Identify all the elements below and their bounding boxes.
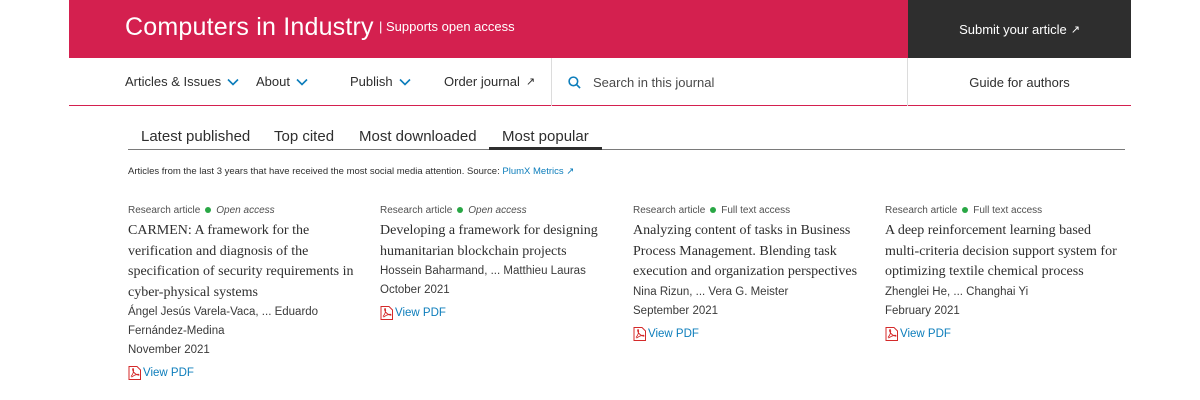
nav-item-label: Publish (350, 74, 393, 89)
access-dot-icon (457, 207, 464, 213)
access-status: Open access (468, 204, 527, 216)
guide-for-authors-link[interactable]: Guide for authors (908, 58, 1131, 106)
article-title-link[interactable]: A deep reinforcement learning based mult… (885, 221, 1120, 283)
view-pdf-link[interactable]: View PDF (128, 366, 363, 380)
article-type: Research article (885, 204, 958, 216)
article-title-link[interactable]: Developing a framework for designing hum… (380, 221, 615, 262)
tab-latest-published[interactable]: Latest published (141, 126, 250, 150)
article-authors: Ángel Jesús Varela-Vaca, ... Eduardo Fer… (128, 306, 319, 337)
journal-header: Computers in Industry | Supports open ac… (69, 0, 1131, 58)
view-pdf-label: View PDF (648, 327, 699, 340)
view-pdf-link[interactable]: View PDF (885, 326, 1120, 341)
article-card: Research article Full text access A deep… (885, 203, 1120, 341)
access-dot-icon (962, 207, 969, 213)
chevron-down-icon (399, 78, 411, 86)
tab-description-text: Articles from the last 3 years that have… (128, 166, 503, 177)
article-type: Research article (380, 204, 453, 216)
article-title-link[interactable]: Analyzing content of tasks in Business P… (633, 221, 868, 283)
article-title-link[interactable]: CARMEN: A framework for the verification… (128, 221, 363, 303)
journal-title[interactable]: Computers in Industry (125, 13, 374, 42)
tab-top-cited[interactable]: Top cited (274, 126, 334, 150)
article-type: Research article (128, 204, 201, 216)
external-link-icon: ↗ (525, 76, 536, 88)
view-pdf-label: View PDF (143, 367, 194, 379)
view-pdf-link[interactable]: View PDF (633, 326, 868, 341)
access-status: Full text access (721, 204, 791, 216)
tab-most-downloaded[interactable]: Most downloaded (359, 126, 477, 150)
nav-item-label: Order journal (444, 74, 520, 89)
pdf-icon (633, 326, 646, 341)
access-status: Full text access (973, 204, 1043, 216)
view-pdf-link[interactable]: View PDF (380, 306, 615, 320)
nav-item-label: Articles & Issues (125, 74, 222, 89)
pdf-icon (380, 306, 393, 320)
search-icon (568, 75, 581, 89)
article-meta: Research article Full text access (633, 203, 868, 217)
access-dot-icon (205, 207, 212, 213)
article-date: October 2021 (380, 284, 450, 296)
article-card: Research article Full text access Analyz… (633, 203, 868, 341)
tab-description: Articles from the last 3 years that have… (128, 166, 574, 177)
access-status: Open access (216, 204, 275, 216)
external-link-icon: ↗ (566, 166, 575, 177)
pdf-icon (128, 366, 141, 380)
article-meta: Research article Open access (380, 203, 615, 217)
article-meta: Research article Full text access (885, 203, 1120, 217)
nav-about[interactable]: About (256, 74, 308, 89)
nav-publish[interactable]: Publish (350, 74, 411, 89)
view-pdf-label: View PDF (900, 327, 951, 340)
plumx-metrics-label: PlumX Metrics (502, 166, 564, 177)
view-pdf-label: View PDF (395, 307, 446, 319)
nav-articles-issues[interactable]: Articles & Issues (125, 74, 239, 89)
article-authors: Hossein Baharmand, ... Matthieu Lauras (380, 265, 586, 277)
plumx-metrics-link[interactable]: PlumX Metrics ↗ (502, 166, 574, 177)
article-date: November 2021 (128, 344, 210, 356)
submit-article-label: Submit your article (959, 21, 1067, 37)
access-dot-icon (710, 207, 717, 213)
article-date: February 2021 (885, 304, 960, 317)
article-authors: Zhenglei He, ... Changhai Yi (885, 285, 1029, 298)
chevron-down-icon (227, 78, 239, 86)
submit-article-button[interactable]: Submit your article ↗ (908, 0, 1131, 58)
article-date: September 2021 (633, 304, 719, 317)
open-access-tag: | Supports open access (379, 19, 515, 34)
journal-search[interactable] (552, 58, 907, 106)
search-input[interactable] (593, 74, 883, 90)
article-meta: Research article Open access (128, 203, 363, 217)
journal-nav: Articles & Issues About Publish Order jo… (69, 58, 1131, 106)
external-link-icon: ↗ (1070, 23, 1080, 36)
article-type: Research article (633, 204, 706, 216)
tab-most-popular[interactable]: Most popular (489, 126, 602, 150)
article-tabs: Latest published Top cited Most download… (128, 126, 1125, 150)
article-card: Research article Open access Developing … (380, 203, 615, 320)
nav-item-label: About (256, 74, 290, 89)
nav-order-journal[interactable]: Order journal ↗ (444, 74, 535, 89)
article-authors: Nina Rizun, ... Vera G. Meister (633, 285, 789, 298)
pdf-icon (885, 326, 898, 341)
chevron-down-icon (296, 78, 308, 86)
article-card: Research article Open access CARMEN: A f… (128, 203, 363, 380)
